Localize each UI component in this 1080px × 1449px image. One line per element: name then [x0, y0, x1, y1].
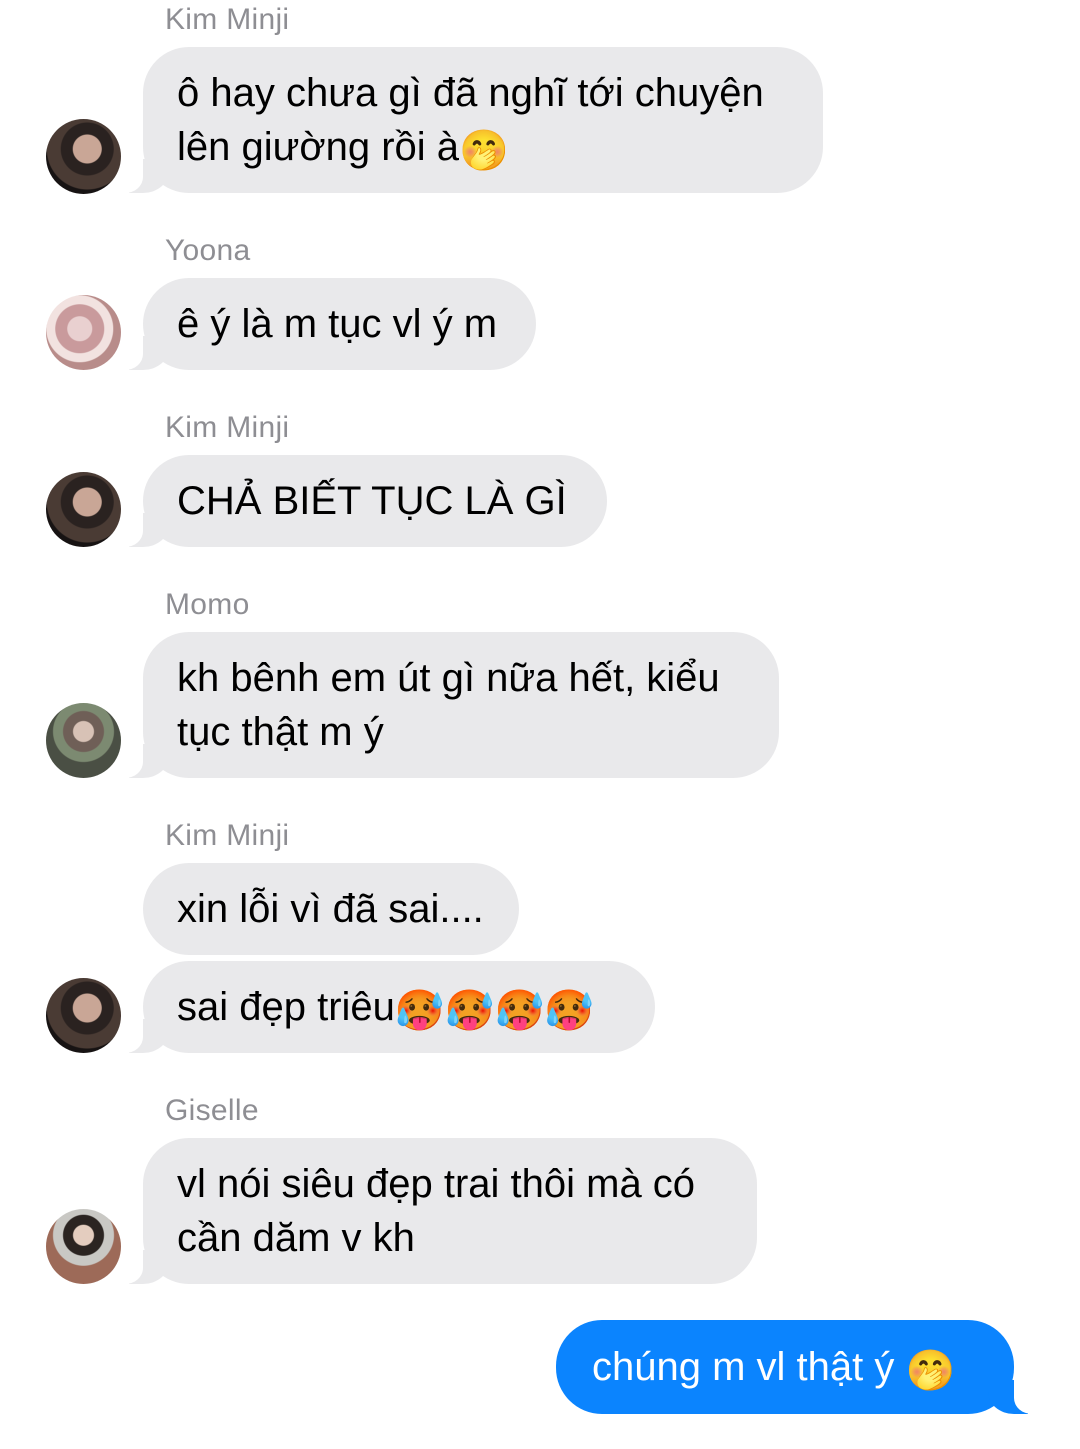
- giselle-avatar[interactable]: [46, 1209, 121, 1284]
- outgoing-message-bubble[interactable]: chúng m vl thật ý 🤭: [556, 1320, 1044, 1414]
- sender-name: Kim Minji: [165, 819, 290, 852]
- hand-over-mouth-emoji: 🤭: [459, 129, 509, 173]
- message-bubble[interactable]: kh bênh em út gì nữa hết, kiểu tục thật …: [113, 632, 779, 778]
- hand-over-mouth-emoji: 🤭: [905, 1349, 956, 1393]
- message-text: vl nói siêu đẹp trai thôi mà có cần dăm …: [177, 1162, 696, 1260]
- yoona-avatar[interactable]: [46, 295, 121, 370]
- sender-name: Yoona: [165, 234, 251, 267]
- momo-avatar[interactable]: [46, 703, 121, 778]
- message-bubble[interactable]: ô hay chưa gì đã nghĩ tới chuyện lên giư…: [113, 47, 823, 193]
- message-text: sai đẹp triêu🥵🥵🥵🥵: [177, 985, 595, 1033]
- message-text: ô hay chưa gì đã nghĩ tới chuyện lên giư…: [177, 71, 764, 173]
- message-bubble[interactable]: vl nói siêu đẹp trai thôi mà có cần dăm …: [113, 1138, 757, 1284]
- sender-name: Kim Minji: [165, 411, 290, 444]
- message-text: ê ý là m tục vl ý m: [177, 302, 498, 346]
- kim-minji-avatar[interactable]: [46, 472, 121, 547]
- message-bubble[interactable]: CHẢ BIẾT TỤC LÀ GÌ: [113, 455, 607, 547]
- message-bubble[interactable]: ê ý là m tục vl ý m: [113, 278, 536, 370]
- sender-name: Momo: [165, 588, 250, 621]
- hot-face-emoji: 🥵🥵🥵🥵: [394, 989, 595, 1033]
- message-bubble[interactable]: xin lỗi vì đã sai....: [143, 863, 519, 955]
- sender-name: Giselle: [165, 1094, 259, 1127]
- outgoing-message-text: chúng m vl thật ý 🤭: [592, 1345, 956, 1393]
- kim-minji-avatar[interactable]: [46, 978, 121, 1053]
- message-text: kh bênh em út gì nữa hết, kiểu tục thật …: [177, 656, 720, 754]
- kim-minji-avatar[interactable]: [46, 119, 121, 194]
- message-text: CHẢ BIẾT TỤC LÀ GÌ: [177, 479, 567, 523]
- sender-name: Kim Minji: [165, 3, 290, 36]
- message-text: xin lỗi vì đã sai....: [177, 887, 484, 931]
- message-bubble[interactable]: sai đẹp triêu🥵🥵🥵🥵: [113, 961, 655, 1053]
- chat-thread: Kim Minji ô hay chưa gì đã nghĩ tới chuy…: [0, 0, 1080, 1449]
